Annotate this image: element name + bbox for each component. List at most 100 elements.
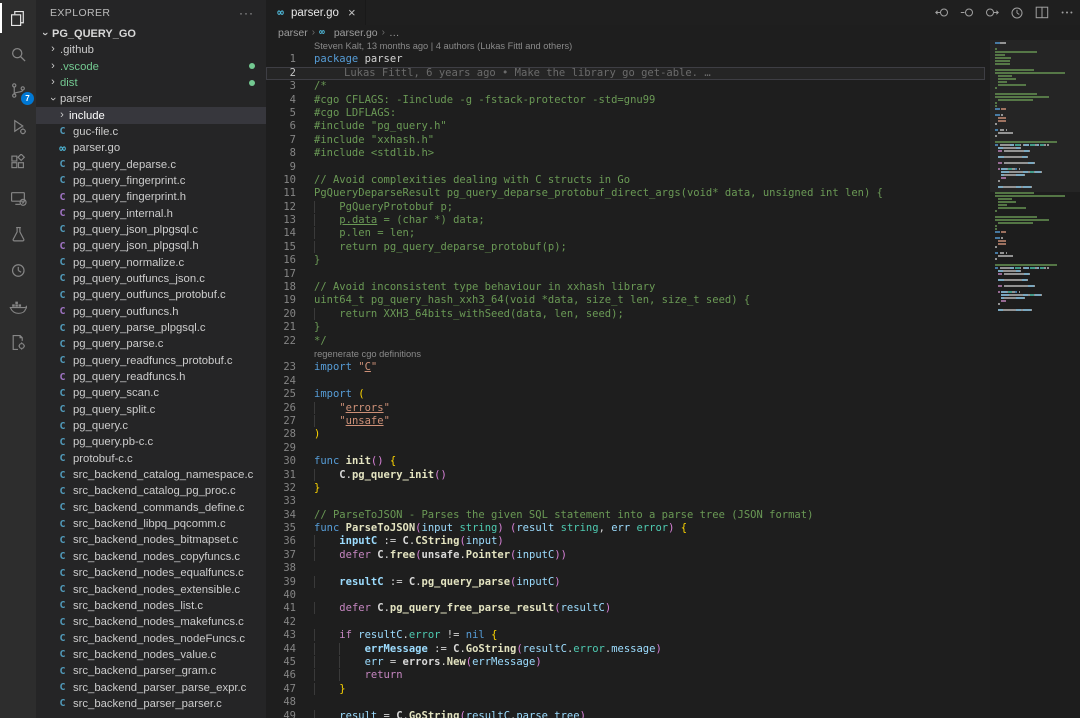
code-line-1[interactable]: 1package parser bbox=[266, 53, 985, 66]
code-line-10[interactable]: 10// Avoid complexities dealing with C s… bbox=[266, 174, 985, 187]
tree-item-pg-query-outfuncs-json-c[interactable]: Cpg_query_outfuncs_json.c bbox=[36, 271, 266, 287]
code-line-40[interactable]: 40 bbox=[266, 589, 985, 602]
code-line-22[interactable]: 22*/ bbox=[266, 335, 985, 348]
code-line-49[interactable]: 49 result = C.GoString(resultC.parse_tre… bbox=[266, 710, 985, 718]
tree-item-pg-query-parse-plpgsql-c[interactable]: Cpg_query_parse_plpgsql.c bbox=[36, 320, 266, 336]
code-line-47[interactable]: 47 } bbox=[266, 683, 985, 696]
code-editor[interactable]: Steven Kalt, 13 months ago | 4 authors (… bbox=[266, 40, 985, 718]
tree-item-src-backend-nodes-nodefuncs-c[interactable]: Csrc_backend_nodes_nodeFuncs.c bbox=[36, 630, 266, 646]
tree-item-pg-query-c[interactable]: Cpg_query.c bbox=[36, 418, 266, 434]
code-line-14[interactable]: 14 p.len = len; bbox=[266, 227, 985, 240]
tree-item-src-backend-nodes-value-c[interactable]: Csrc_backend_nodes_value.c bbox=[36, 647, 266, 663]
tree-item-pg-query-json-plpgsql-h[interactable]: Cpg_query_json_plpgsql.h bbox=[36, 238, 266, 254]
code-line-16[interactable]: 16} bbox=[266, 254, 985, 267]
tree-item-src-backend-catalog-pg-proc-c[interactable]: Csrc_backend_catalog_pg_proc.c bbox=[36, 483, 266, 499]
code-line-5[interactable]: 5#cgo LDFLAGS: bbox=[266, 107, 985, 120]
tree-item-pg-query-split-c[interactable]: Cpg_query_split.c bbox=[36, 402, 266, 418]
tree-item-pg-query-outfuncs-h[interactable]: Cpg_query_outfuncs.h bbox=[36, 304, 266, 320]
code-line-29[interactable]: 29 bbox=[266, 442, 985, 455]
codelens[interactable]: Steven Kalt, 13 months ago | 4 authors (… bbox=[266, 40, 985, 53]
tree-item-src-backend-catalog-namespace-c[interactable]: Csrc_backend_catalog_namespace.c bbox=[36, 467, 266, 483]
docker-icon[interactable] bbox=[0, 288, 36, 324]
tree-item-pg-query-readfuncs-h[interactable]: Cpg_query_readfuncs.h bbox=[36, 369, 266, 385]
source-control-icon[interactable]: 7 bbox=[0, 72, 36, 108]
code-line-21[interactable]: 21} bbox=[266, 321, 985, 334]
previous-change-icon[interactable] bbox=[935, 6, 949, 19]
tree-item-src-backend-nodes-makefuncs-c[interactable]: Csrc_backend_nodes_makefuncs.c bbox=[36, 614, 266, 630]
code-line-11[interactable]: 11PgQueryDeparseResult pg_query_deparse_… bbox=[266, 187, 985, 200]
file-settings-icon[interactable] bbox=[0, 324, 36, 360]
tree-item-src-backend-nodes-copyfuncs-c[interactable]: Csrc_backend_nodes_copyfuncs.c bbox=[36, 549, 266, 565]
code-line-4[interactable]: 4#cgo CFLAGS: -Iinclude -g -fstack-prote… bbox=[266, 94, 985, 107]
tree-item-parser-go[interactable]: ∞parser.go bbox=[36, 140, 266, 156]
code-line-36[interactable]: 36 inputC := C.CString(input) bbox=[266, 535, 985, 548]
gitlens-icon[interactable] bbox=[0, 252, 36, 288]
code-line-27[interactable]: 27 "unsafe" bbox=[266, 415, 985, 428]
code-line-20[interactable]: 20 return XXH3_64bits_withSeed(data, len… bbox=[266, 308, 985, 321]
tree-item-pg-query-readfuncs-protobuf-c[interactable]: Cpg_query_readfuncs_protobuf.c bbox=[36, 353, 266, 369]
search-icon[interactable] bbox=[0, 36, 36, 72]
tree-item--github[interactable]: ›.github bbox=[36, 42, 266, 58]
code-line-25[interactable]: 25import ( bbox=[266, 388, 985, 401]
code-line-26[interactable]: 26 "errors" bbox=[266, 402, 985, 415]
testing-icon[interactable] bbox=[0, 216, 36, 252]
code-line-33[interactable]: 33 bbox=[266, 495, 985, 508]
code-line-13[interactable]: 13 p.data = (char *) data; bbox=[266, 214, 985, 227]
code-line-28[interactable]: 28) bbox=[266, 428, 985, 441]
explorer-icon[interactable] bbox=[0, 0, 36, 36]
code-line-7[interactable]: 7#include "xxhash.h" bbox=[266, 134, 985, 147]
tree-item-dist[interactable]: ›dist bbox=[36, 75, 266, 91]
code-line-44[interactable]: 44 errMessage := C.GoString(resultC.erro… bbox=[266, 643, 985, 656]
remote-explorer-icon[interactable] bbox=[0, 180, 36, 216]
code-line-17[interactable]: 17 bbox=[266, 268, 985, 281]
breadcrumb-folder[interactable]: parser bbox=[278, 27, 308, 39]
code-line-32[interactable]: 32} bbox=[266, 482, 985, 495]
tree-item-src-backend-parser-gram-c[interactable]: Csrc_backend_parser_gram.c bbox=[36, 663, 266, 679]
code-line-9[interactable]: 9 bbox=[266, 161, 985, 174]
code-line-19[interactable]: 19uint64_t pg_query_hash_xxh3_64(void *d… bbox=[266, 294, 985, 307]
code-line-37[interactable]: 37 defer C.free(unsafe.Pointer(inputC)) bbox=[266, 549, 985, 562]
tree-item-pg-query-fingerprint-h[interactable]: Cpg_query_fingerprint.h bbox=[36, 189, 266, 205]
tree-item-src-backend-nodes-bitmapset-c[interactable]: Csrc_backend_nodes_bitmapset.c bbox=[36, 532, 266, 548]
tree-item-protobuf-c-c[interactable]: Cprotobuf-c.c bbox=[36, 451, 266, 467]
split-editor-icon[interactable] bbox=[1035, 6, 1049, 19]
code-line-41[interactable]: 41 defer C.pg_query_free_parse_result(re… bbox=[266, 602, 985, 615]
code-line-3[interactable]: 3/* bbox=[266, 80, 985, 93]
tree-item-pg-query-json-plpgsql-c[interactable]: Cpg_query_json_plpgsql.c bbox=[36, 222, 266, 238]
extensions-icon[interactable] bbox=[0, 144, 36, 180]
tree-item-pg-query-deparse-c[interactable]: Cpg_query_deparse.c bbox=[36, 156, 266, 172]
breadcrumb-symbol[interactable]: … bbox=[389, 27, 400, 39]
tree-item-pg-query-internal-h[interactable]: Cpg_query_internal.h bbox=[36, 205, 266, 221]
tree-item-pg-query-pb-c-c[interactable]: Cpg_query.pb-c.c bbox=[36, 434, 266, 450]
close-icon[interactable]: × bbox=[348, 6, 356, 19]
run-debug-icon[interactable] bbox=[0, 108, 36, 144]
tree-item-pg-query-parse-c[interactable]: Cpg_query_parse.c bbox=[36, 336, 266, 352]
tree-item-src-backend-nodes-equalfuncs-c[interactable]: Csrc_backend_nodes_equalfuncs.c bbox=[36, 565, 266, 581]
code-line-30[interactable]: 30func init() { bbox=[266, 455, 985, 468]
more-actions-icon[interactable] bbox=[1060, 6, 1074, 19]
code-line-46[interactable]: 46 return bbox=[266, 669, 985, 682]
tab-parser-go[interactable]: ∞ parser.go × bbox=[266, 0, 366, 25]
tree-item-pg-query-outfuncs-protobuf-c[interactable]: Cpg_query_outfuncs_protobuf.c bbox=[36, 287, 266, 303]
gitlens-blame-icon[interactable] bbox=[1010, 6, 1024, 20]
tree-item-pg-query-normalize-c[interactable]: Cpg_query_normalize.c bbox=[36, 254, 266, 270]
code-line-43[interactable]: 43 if resultC.error != nil { bbox=[266, 629, 985, 642]
tree-item-src-backend-parser-parser-c[interactable]: Csrc_backend_parser_parser.c bbox=[36, 696, 266, 712]
open-changes-icon[interactable] bbox=[960, 6, 974, 19]
code-line-15[interactable]: 15 return pg_query_deparse_protobuf(p); bbox=[266, 241, 985, 254]
code-line-8[interactable]: 8#include <stdlib.h> bbox=[266, 147, 985, 160]
tree-item-src-backend-libpq-pqcomm-c[interactable]: Csrc_backend_libpq_pqcomm.c bbox=[36, 516, 266, 532]
code-line-45[interactable]: 45 err = errors.New(errMessage) bbox=[266, 656, 985, 669]
tree-item-src-backend-parser-parse-expr-c[interactable]: Csrc_backend_parser_parse_expr.c bbox=[36, 679, 266, 695]
tree-item-src-backend-commands-define-c[interactable]: Csrc_backend_commands_define.c bbox=[36, 500, 266, 516]
minimap[interactable] bbox=[990, 40, 1080, 718]
code-line-31[interactable]: 31 C.pg_query_init() bbox=[266, 469, 985, 482]
breadcrumb-file[interactable]: parser.go bbox=[334, 27, 378, 39]
code-line-2[interactable]: 2Lukas Fittl, 6 years ago • Make the lib… bbox=[266, 67, 985, 80]
tree-item--vscode[interactable]: ›.vscode bbox=[36, 58, 266, 74]
tree-root[interactable]: › PG_QUERY_GO bbox=[36, 26, 266, 42]
tree-item-guc-file-c[interactable]: Cguc-file.c bbox=[36, 124, 266, 140]
code-line-18[interactable]: 18// Avoid inconsistent type behaviour i… bbox=[266, 281, 985, 294]
tree-item-pg-query-fingerprint-c[interactable]: Cpg_query_fingerprint.c bbox=[36, 173, 266, 189]
code-line-24[interactable]: 24 bbox=[266, 375, 985, 388]
